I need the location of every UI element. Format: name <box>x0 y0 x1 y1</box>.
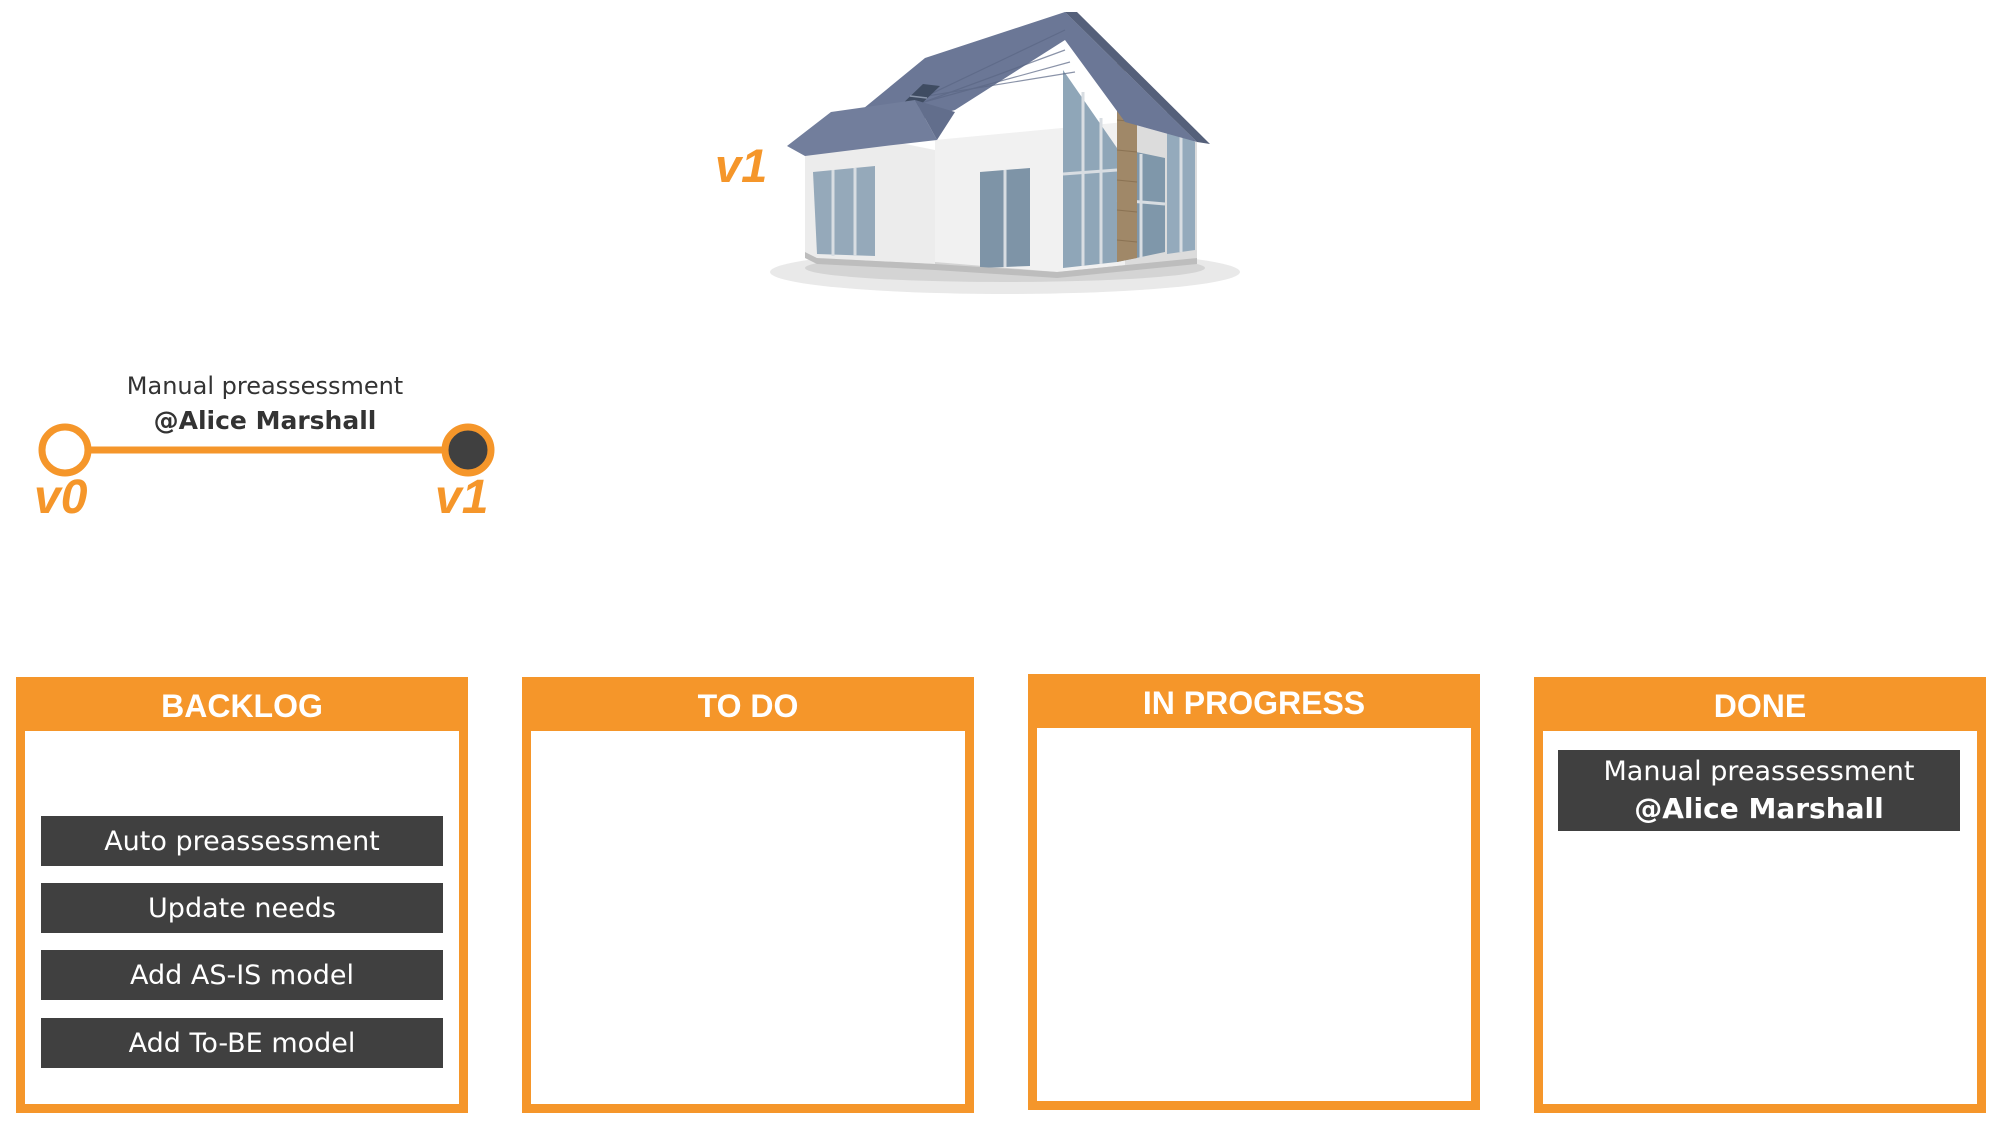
column-header-done: DONE <box>1534 677 1986 731</box>
card-add-to-be-model[interactable]: Add To-BE model <box>41 1018 443 1068</box>
card-manual-preassessment[interactable]: Manual preassessment @Alice Marshall <box>1558 750 1960 831</box>
timeline-label-v0: v0 <box>34 471 88 524</box>
column-backlog: BACKLOG Auto preassessment Update needs … <box>16 677 468 1113</box>
timeline-label-v1: v1 <box>435 471 489 524</box>
house-version-label: v1 <box>715 139 768 192</box>
column-in-progress: IN PROGRESS <box>1028 674 1480 1110</box>
version-node-v1[interactable] <box>441 423 495 477</box>
card-author: @Alice Marshall <box>1634 792 1884 825</box>
column-todo: TO DO <box>522 677 974 1113</box>
column-done: DONE Manual preassessment @Alice Marshal… <box>1534 677 1986 1113</box>
card-title: Manual preassessment <box>1603 756 1915 787</box>
version-timeline <box>38 423 495 477</box>
version-node-v0[interactable] <box>38 423 92 477</box>
column-header-in-progress: IN PROGRESS <box>1028 674 1480 728</box>
card-auto-preassessment[interactable]: Auto preassessment <box>41 816 443 866</box>
column-header-backlog: BACKLOG <box>16 677 468 731</box>
card-update-needs[interactable]: Update needs <box>41 883 443 933</box>
house-image <box>765 0 1240 325</box>
timeline-change-title: Manual preassessment <box>126 372 404 400</box>
card-add-as-is-model[interactable]: Add AS-IS model <box>41 950 443 1000</box>
column-header-todo: TO DO <box>522 677 974 731</box>
